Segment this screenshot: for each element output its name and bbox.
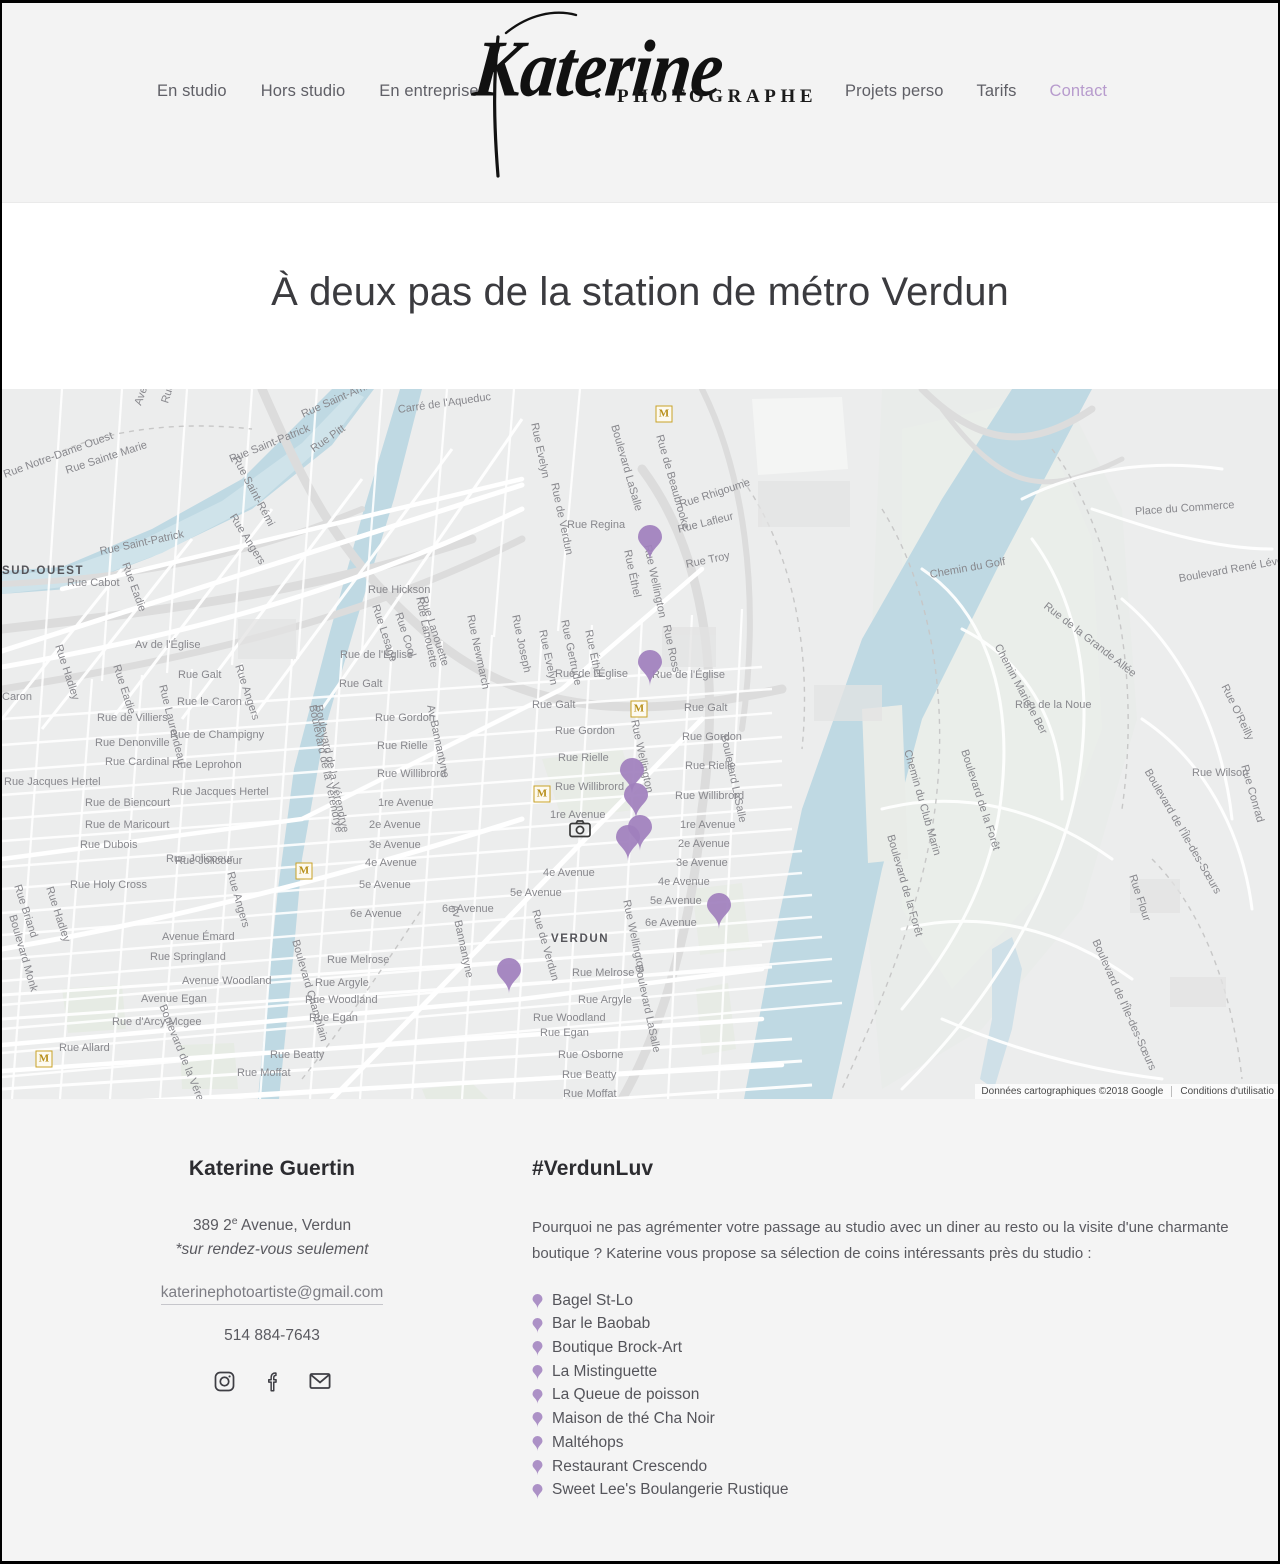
map-pin-icon xyxy=(532,1364,543,1381)
address-street: Avenue, Verdun xyxy=(237,1217,352,1235)
marker-6[interactable] xyxy=(615,825,641,861)
contact-column: Katerine Guertin 389 2e Avenue, Verdun *… xyxy=(117,1157,427,1395)
metro-station-icon: M xyxy=(295,862,313,880)
contact-heading: Katerine Guertin xyxy=(188,1157,356,1180)
verdunluv-places-list: Bagel St-Lo Bar le Baobab Boutique Brock-A… xyxy=(532,1289,1247,1502)
appointment-note: *sur rendez-vous seulement xyxy=(175,1241,369,1259)
metro-station-icon: M xyxy=(655,405,673,423)
site-logo[interactable]: Katerine PHOTOGRAPHE xyxy=(468,11,813,181)
social-links xyxy=(117,1367,427,1395)
map-pin-icon xyxy=(532,1411,543,1428)
place-name: Maison de thé Cha Noir xyxy=(552,1410,715,1428)
map-terms-link[interactable]: Conditions d'utilisatio xyxy=(1180,1086,1274,1097)
nav-item-en-entreprise[interactable]: En entreprise xyxy=(379,82,478,101)
nav-item-en-studio[interactable]: En studio xyxy=(157,82,227,101)
logo-wordmark: PHOTOGRAPHE xyxy=(617,86,818,107)
footer-content: Katerine Guertin 389 2e Avenue, Verdun *… xyxy=(2,1099,1278,1559)
place-list-item: Bar le Baobab xyxy=(532,1312,1247,1336)
place-name: Boutique Brock-Art xyxy=(552,1339,683,1356)
verdunluv-heading: #VerdunLuv xyxy=(532,1157,654,1180)
place-list-item: Restaurant Crescendo xyxy=(532,1455,1247,1479)
marker-7[interactable] xyxy=(706,893,732,929)
address-number: 389 2 xyxy=(192,1217,232,1235)
metro-station-icon: M xyxy=(630,700,648,718)
verdunluv-intro: Pourquoi ne pas agrémenter votre passage… xyxy=(532,1219,1229,1262)
marker-8[interactable] xyxy=(496,958,522,994)
place-name: La Queue de poisson xyxy=(552,1386,700,1404)
marker-2[interactable] xyxy=(637,650,663,686)
metro-station-icon: M xyxy=(533,785,551,803)
place-list-item: La Mistinguette xyxy=(532,1360,1247,1384)
map-pin-icon xyxy=(532,1459,543,1475)
map-pin-icon xyxy=(532,1340,543,1357)
title-band: À deux pas de la station de métro Verdun xyxy=(2,203,1278,389)
nav-item-tarifs[interactable]: Tarifs xyxy=(977,82,1017,101)
primary-nav-left: En studio Hors studio En entreprise xyxy=(157,82,479,101)
map-pin-icon xyxy=(532,1483,543,1499)
metro-station-icon: M xyxy=(35,1050,53,1068)
map-copyright-text: Données cartographiques ©2018 Google xyxy=(981,1086,1164,1097)
place-name: Maltéhops xyxy=(552,1433,624,1451)
map-pin-icon xyxy=(532,1293,543,1309)
map-pin-icon xyxy=(532,1317,543,1333)
map-pin-icon xyxy=(532,1388,543,1404)
place-list-item: Sweet Lee's Boulangerie Rustique xyxy=(532,1478,1247,1502)
instagram-icon[interactable] xyxy=(210,1367,238,1395)
place-list-item: Maltéhops xyxy=(532,1431,1247,1455)
place-name: La Mistinguette xyxy=(552,1362,658,1380)
marker-1[interactable] xyxy=(637,525,663,561)
map-attribution: Données cartographiques ©2018 Google Con… xyxy=(975,1084,1278,1099)
verdunluv-column: #VerdunLuv Pourquoi ne pas agrémenter vo… xyxy=(532,1157,1247,1502)
camera-poi-icon[interactable] xyxy=(569,820,591,843)
place-list-item: Maison de thé Cha Noir xyxy=(532,1407,1247,1431)
phone-number: 514 884-7643 xyxy=(224,1327,320,1345)
logo-dot-separator xyxy=(595,93,600,98)
nav-item-contact[interactable]: Contact xyxy=(1050,82,1108,101)
page-title: À deux pas de la station de métro Verdun xyxy=(271,269,1009,314)
place-list-item: Boutique Brock-Art xyxy=(532,1336,1247,1360)
place-name: Sweet Lee's Boulangerie Rustique xyxy=(552,1481,789,1499)
email-link[interactable]: katerinephotoartiste@gmail.com xyxy=(160,1284,384,1306)
map-base-graphics xyxy=(2,389,1278,1099)
place-name: Restaurant Crescendo xyxy=(552,1457,708,1475)
place-name: Bar le Baobab xyxy=(552,1315,651,1333)
place-list-item: La Queue de poisson xyxy=(532,1383,1247,1407)
map-pin-icon xyxy=(532,1435,543,1452)
attribution-separator xyxy=(1171,1086,1173,1097)
site-header: En studio Hors studio En entreprise Kate… xyxy=(2,3,1278,203)
nav-item-hors-studio[interactable]: Hors studio xyxy=(261,82,346,101)
studio-address: 389 2e Avenue, Verdun *sur rendez-vous s… xyxy=(117,1213,427,1262)
primary-nav-right: Projets perso Tarifs Contact xyxy=(845,82,1107,101)
map-container[interactable]: Rue Notre-Dame Ouest Rue Sainte Marie Rue … xyxy=(2,389,1278,1099)
marker-4[interactable] xyxy=(623,783,649,819)
email-icon[interactable] xyxy=(306,1367,334,1395)
place-name: Bagel St-Lo xyxy=(552,1291,633,1309)
nav-item-projets-perso[interactable]: Projets perso xyxy=(845,82,944,101)
facebook-icon[interactable] xyxy=(258,1367,286,1395)
page-root: En studio Hors studio En entreprise Kate… xyxy=(2,3,1278,1561)
place-list-item: Bagel St-Lo xyxy=(532,1289,1247,1313)
